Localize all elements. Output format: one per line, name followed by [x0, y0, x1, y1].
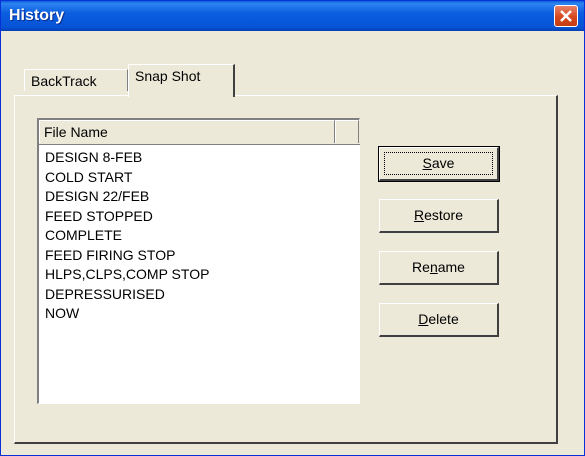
close-icon	[560, 10, 572, 22]
list-item[interactable]: COLD START	[45, 168, 355, 188]
tab-snap-shot-label: Snap Shot	[135, 68, 201, 84]
delete-button[interactable]: Delete	[379, 303, 499, 337]
tab-backtrack[interactable]: BackTrack	[24, 69, 128, 91]
list-item[interactable]: HLPS,CLPS,COMP STOP	[45, 265, 355, 285]
column-header-file-name[interactable]: File Name	[39, 120, 335, 143]
save-button[interactable]: Save	[378, 146, 500, 182]
list-item[interactable]: FEED STOPPED	[45, 207, 355, 227]
rename-button[interactable]: Rename	[379, 251, 499, 285]
list-item[interactable]: COMPLETE	[45, 226, 355, 246]
list-item[interactable]: DEPRESSURISED	[45, 285, 355, 305]
tab-backtrack-label: BackTrack	[31, 73, 97, 89]
list-item[interactable]: NOW	[45, 304, 355, 324]
rename-button-label: Rename	[412, 259, 465, 275]
list-item[interactable]: DESIGN 22/FEB	[45, 187, 355, 207]
close-button[interactable]	[554, 5, 578, 27]
list-rows: DESIGN 8-FEB COLD START DESIGN 22/FEB FE…	[45, 148, 355, 324]
list-header: File Name	[39, 120, 360, 145]
restore-button[interactable]: Restore	[379, 199, 499, 233]
list-item[interactable]: DESIGN 8-FEB	[45, 148, 355, 168]
history-dialog: History BackTrack Snap Shot File Name DE…	[0, 0, 585, 456]
title-bar[interactable]: History	[1, 1, 584, 31]
delete-button-label: Delete	[418, 311, 459, 327]
restore-button-label: Restore	[413, 207, 464, 223]
column-header-blank[interactable]	[335, 120, 359, 143]
tab-snap-shot[interactable]: Snap Shot	[128, 64, 235, 97]
save-button-label: Save	[422, 155, 455, 171]
window-title: History	[9, 7, 65, 24]
list-item[interactable]: FEED FIRING STOP	[45, 246, 355, 266]
file-list[interactable]: File Name DESIGN 8-FEB COLD START DESIGN…	[37, 118, 360, 404]
